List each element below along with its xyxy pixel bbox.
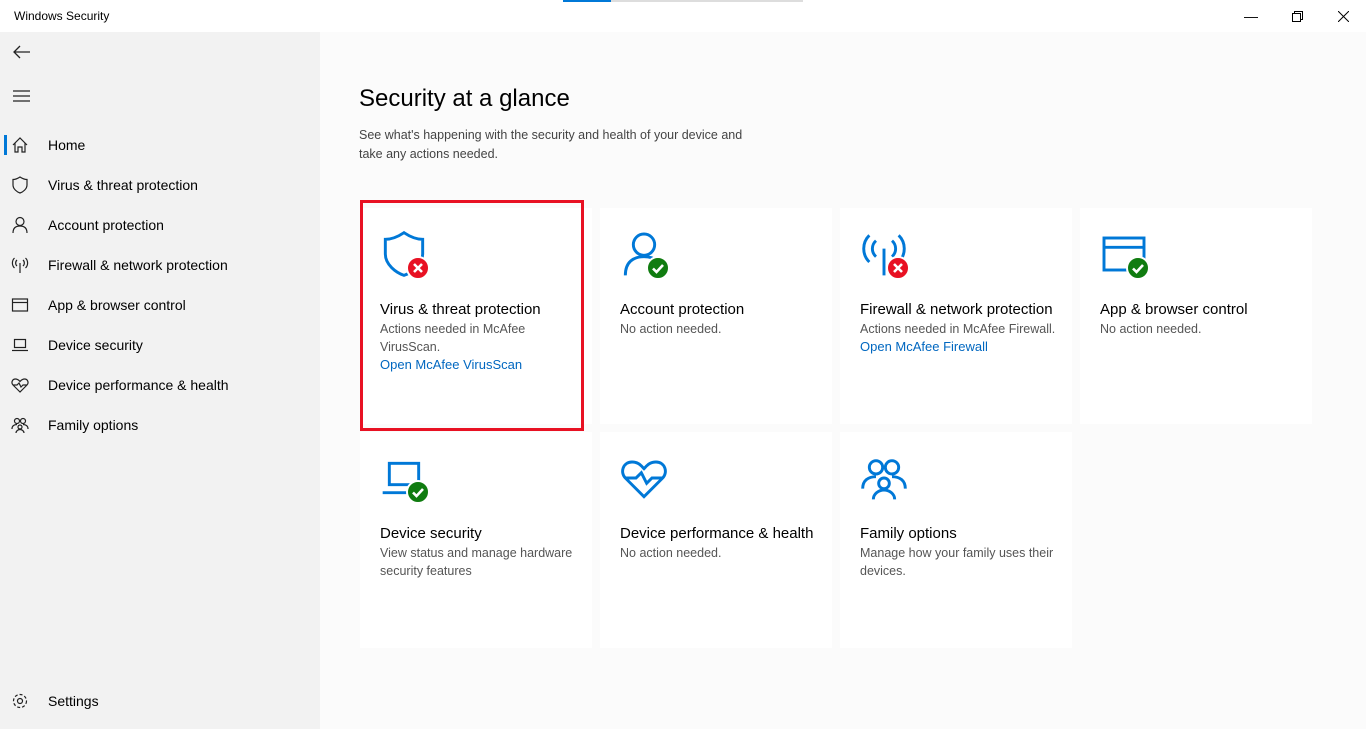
card-title: Firewall & network protection — [860, 301, 1053, 318]
browser-window-icon — [1100, 230, 1152, 282]
close-button[interactable] — [1320, 0, 1366, 32]
card-family-options[interactable]: Family options Manage how your family us… — [840, 432, 1072, 648]
sidebar-item-label: App & browser control — [48, 297, 186, 313]
card-title: Family options — [860, 525, 957, 542]
sidebar-item-app-browser-control[interactable]: App & browser control — [0, 285, 320, 325]
card-title: Account protection — [620, 301, 745, 318]
card-description: No action needed. — [1100, 322, 1202, 336]
maximize-button[interactable] — [1274, 0, 1320, 32]
antenna-icon — [860, 230, 912, 282]
check-badge-icon — [1126, 256, 1150, 280]
card-firewall-network-protection[interactable]: Firewall & network protection Actions ne… — [840, 208, 1072, 424]
card-device-security[interactable]: Device security View status and manage h… — [360, 432, 592, 648]
sidebar-item-label: Settings — [48, 693, 99, 709]
sidebar-item-label: Device security — [48, 337, 143, 353]
card-description: Manage how your family uses their device… — [860, 546, 1054, 578]
card-description: Actions needed in McAfee Firewall. — [860, 322, 1056, 336]
card-title: Device security — [380, 525, 482, 542]
sidebar-item-label: Home — [48, 137, 86, 153]
sidebar-item-device-performance-health[interactable]: Device performance & health — [0, 365, 320, 405]
sidebar-item-label: Account protection — [48, 217, 164, 233]
sidebar-item-device-security[interactable]: Device security — [0, 325, 320, 365]
title-bar: Windows Security — — [0, 0, 1366, 32]
menu-button[interactable] — [10, 84, 34, 108]
check-badge-icon — [646, 256, 670, 280]
gear-icon — [11, 692, 29, 710]
home-icon — [11, 136, 29, 154]
sidebar-item-virus-threat-protection[interactable]: Virus & threat protection — [0, 165, 320, 205]
highlight-box — [360, 200, 584, 431]
minimize-button[interactable]: — — [1228, 0, 1274, 32]
person-icon — [620, 230, 672, 282]
laptop-icon — [11, 336, 29, 354]
browser-window-icon — [11, 296, 29, 314]
sidebar-item-label: Family options — [48, 417, 139, 433]
sidebar-item-label: Virus & threat protection — [48, 177, 198, 193]
page-title: Security at a glance — [359, 85, 570, 112]
card-description: No action needed. — [620, 546, 722, 560]
card-app-browser-control[interactable]: App & browser control No action needed. — [1080, 208, 1312, 424]
laptop-icon — [380, 454, 432, 506]
page-subtitle: See what's happening with the security a… — [359, 128, 743, 161]
sidebar-item-label: Firewall & network protection — [48, 257, 228, 273]
family-icon — [860, 454, 912, 506]
card-account-protection[interactable]: Account protection No action needed. — [600, 208, 832, 424]
card-title: Device performance & health — [620, 525, 814, 542]
back-button[interactable] — [10, 40, 34, 64]
heart-icon — [11, 376, 29, 394]
sidebar-item-family-options[interactable]: Family options — [0, 405, 320, 445]
heart-icon — [620, 454, 672, 506]
shield-icon — [11, 176, 29, 194]
check-badge-icon — [406, 480, 430, 504]
person-icon — [11, 216, 29, 234]
sidebar-item-settings[interactable]: Settings — [0, 681, 320, 721]
error-badge-icon — [886, 256, 910, 280]
card-description: No action needed. — [620, 322, 722, 336]
sidebar-item-label: Device performance & health — [48, 377, 229, 393]
sidebar-item-account-protection[interactable]: Account protection — [0, 205, 320, 245]
card-title: App & browser control — [1100, 301, 1248, 318]
sidebar-item-home[interactable]: Home — [0, 125, 320, 165]
card-device-performance-health[interactable]: Device performance & health No action ne… — [600, 432, 832, 648]
sidebar: Home Virus & threat protection Account pro… — [0, 32, 320, 729]
sidebar-item-firewall-network-protection[interactable]: Firewall & network protection — [0, 245, 320, 285]
family-icon — [11, 416, 29, 434]
window-title: Windows Security — [14, 9, 110, 23]
progress-indicator — [563, 0, 803, 2]
card-description: View status and manage hardware security… — [380, 546, 573, 578]
card-link[interactable]: Open McAfee Firewall — [860, 338, 1060, 356]
antenna-icon — [11, 256, 29, 274]
